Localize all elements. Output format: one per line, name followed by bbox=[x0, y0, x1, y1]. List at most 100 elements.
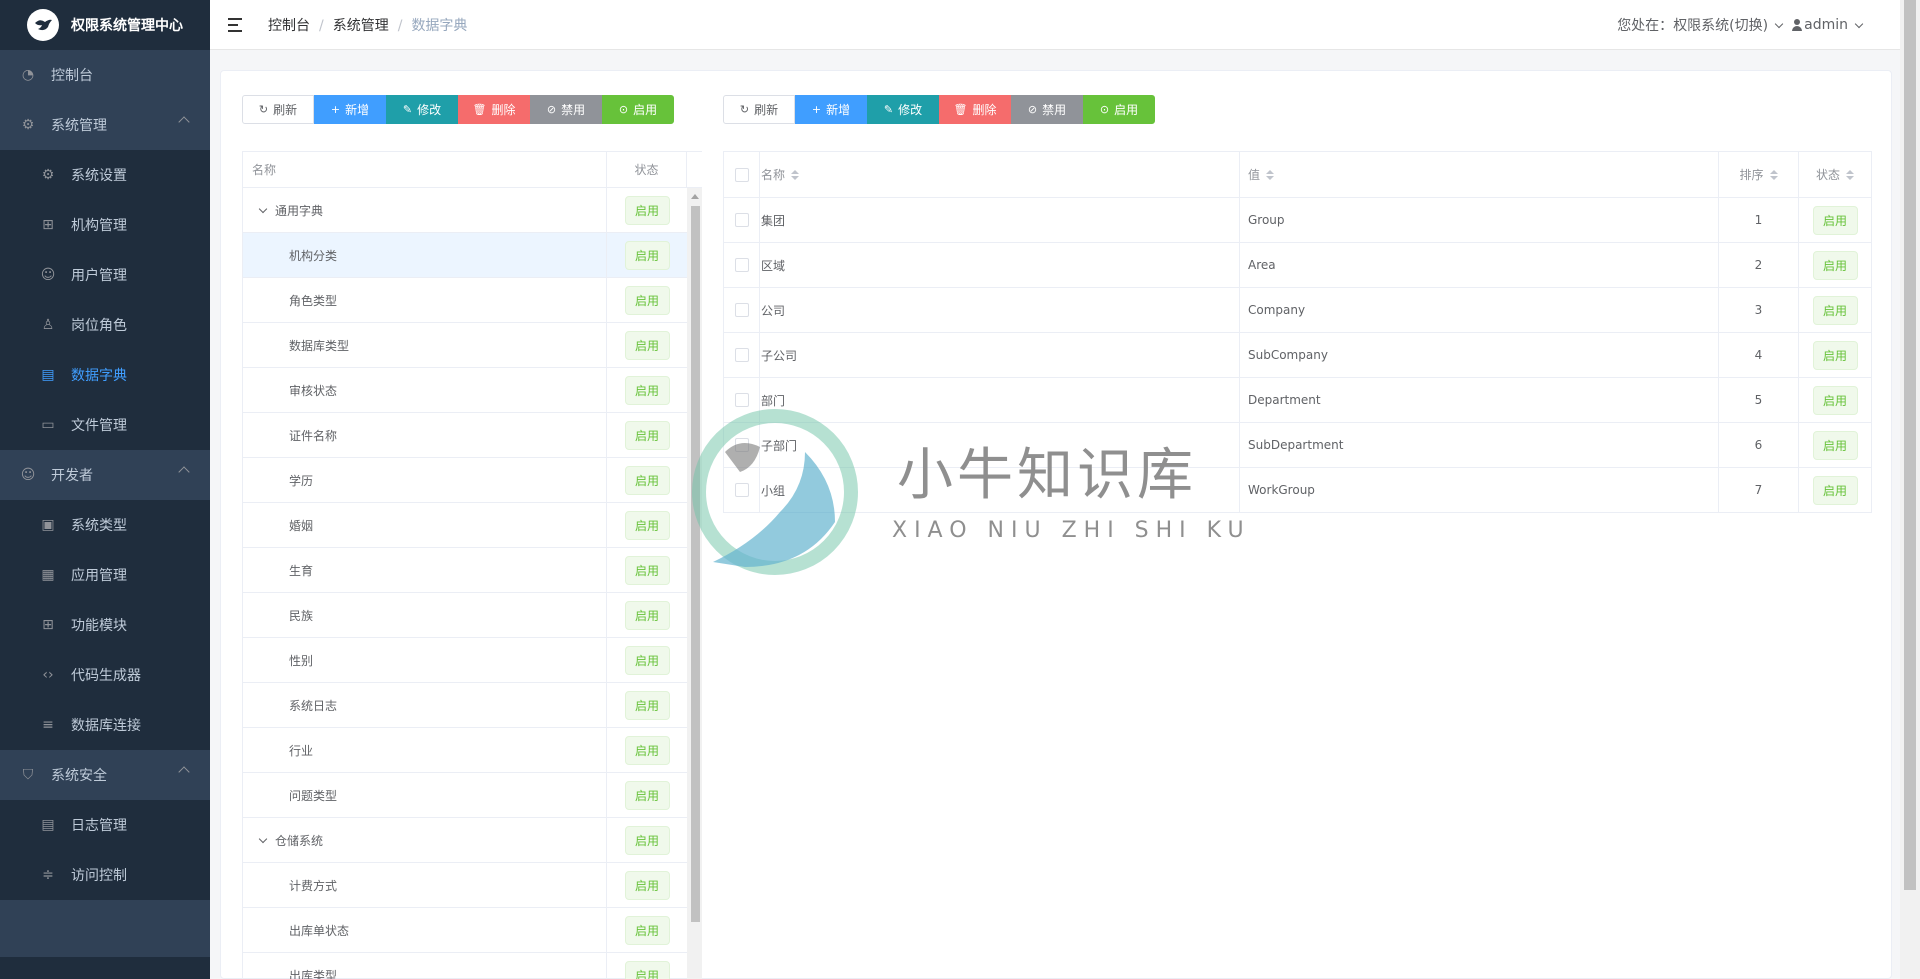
sidebar-item-label: 控制台 bbox=[51, 68, 93, 84]
tree-row[interactable]: 机构分类 启用 bbox=[243, 233, 702, 278]
row-checkbox[interactable] bbox=[734, 258, 749, 272]
tree-row[interactable]: 民族 启用 bbox=[243, 593, 702, 638]
tree-row[interactable]: 行业 启用 bbox=[243, 728, 702, 773]
sidebar-group[interactable]: ⛉ 系统安全 bbox=[0, 750, 210, 800]
plus-icon: + bbox=[811, 103, 822, 116]
expand-chevron-icon[interactable] bbox=[258, 204, 268, 213]
row-checkbox[interactable] bbox=[734, 303, 749, 317]
table-row[interactable]: 公司 Company 3 启用 bbox=[723, 288, 1872, 333]
sidebar-item[interactable]: ≑ 访问控制 bbox=[0, 850, 210, 900]
system-switch[interactable]: 权限系统(切换) bbox=[1673, 15, 1768, 35]
tree-row[interactable]: 计费方式 启用 bbox=[243, 863, 702, 908]
trash-icon: 🗑 bbox=[953, 103, 968, 116]
column-value[interactable]: 值 bbox=[1248, 166, 1260, 183]
sidebar-item[interactable]: ‹› 代码生成器 bbox=[0, 650, 210, 700]
tree-row[interactable]: 生育 启用 bbox=[243, 548, 702, 593]
sidebar-item[interactable]: ⚙ 系统设置 bbox=[0, 150, 210, 200]
tree-row[interactable]: 学历 启用 bbox=[243, 458, 702, 503]
tree-row[interactable]: 通用字典 启用 bbox=[243, 188, 702, 233]
select-all-checkbox[interactable] bbox=[734, 167, 749, 182]
tree-row[interactable]: 问题类型 启用 bbox=[243, 773, 702, 818]
tree-row[interactable]: 证件名称 启用 bbox=[243, 413, 702, 458]
sidebar-item[interactable]: ☺ 用户管理 bbox=[0, 250, 210, 300]
status-badge: 启用 bbox=[624, 600, 670, 630]
sidebar-item[interactable]: ▭ 文件管理 bbox=[0, 400, 210, 450]
tree-row[interactable]: 出库类型 启用 bbox=[243, 953, 702, 979]
window-icon: ▣ bbox=[41, 517, 55, 533]
sidebar-item[interactable]: ⊞ 机构管理 bbox=[0, 200, 210, 250]
enable-button[interactable]: ⊙ 启用 bbox=[602, 95, 674, 124]
sidebar-item-dashboard[interactable]: ◔ 控制台 bbox=[0, 50, 210, 100]
expand-chevron-icon[interactable] bbox=[258, 834, 268, 843]
enable-button[interactable]: ⊙ 启用 bbox=[1083, 95, 1155, 124]
chevron-down-icon[interactable] bbox=[1774, 19, 1784, 28]
chevron-down-icon[interactable] bbox=[1854, 19, 1864, 28]
button-label: 启用 bbox=[1114, 103, 1139, 117]
sidebar-item[interactable]: ⊞ 功能模块 bbox=[0, 600, 210, 650]
sidebar-item[interactable]: ♙ 岗位角色 bbox=[0, 300, 210, 350]
delete-button[interactable]: 🗑 删除 bbox=[458, 95, 530, 124]
status-badge: 启用 bbox=[1812, 295, 1858, 325]
disable-button[interactable]: ⊘ 禁用 bbox=[530, 95, 602, 124]
row-checkbox[interactable] bbox=[734, 348, 749, 362]
disable-button[interactable]: ⊘ 禁用 bbox=[1011, 95, 1083, 124]
row-checkbox[interactable] bbox=[734, 213, 749, 227]
sidebar-item[interactable]: ▤ 数据字典 bbox=[0, 350, 210, 400]
chevron-up-icon bbox=[178, 466, 190, 478]
table-row[interactable]: 区域 Area 2 启用 bbox=[723, 243, 1872, 288]
sort-icon[interactable] bbox=[1846, 169, 1854, 180]
edit-icon: ✎ bbox=[402, 103, 413, 116]
sort-icon[interactable] bbox=[1266, 169, 1275, 180]
sidebar-item-label: 用户管理 bbox=[71, 268, 127, 284]
tree-row[interactable]: 数据库类型 启用 bbox=[243, 323, 702, 368]
file-icon: ▭ bbox=[41, 417, 55, 433]
row-order: 1 bbox=[1754, 213, 1763, 227]
access-icon: ≑ bbox=[42, 867, 54, 883]
sidebar-item[interactable]: ▦ 应用管理 bbox=[0, 550, 210, 600]
edit-icon: ✎ bbox=[883, 103, 894, 116]
user-menu[interactable]: admin bbox=[1804, 17, 1848, 33]
menu-toggle-icon[interactable] bbox=[228, 17, 246, 33]
sidebar-group-label: 开发者 bbox=[51, 468, 93, 484]
org-tree-icon: ⊞ bbox=[42, 217, 54, 233]
edit-button[interactable]: ✎ 修改 bbox=[386, 95, 458, 124]
table-row[interactable]: 子公司 SubCompany 4 启用 bbox=[723, 333, 1872, 378]
tree-row[interactable]: 审核状态 启用 bbox=[243, 368, 702, 413]
sidebar-item[interactable]: ▤ 日志管理 bbox=[0, 800, 210, 850]
breadcrumb-item-current: 数据字典 bbox=[411, 17, 468, 34]
add-button[interactable]: + 新增 bbox=[314, 95, 386, 124]
add-button[interactable]: + 新增 bbox=[795, 95, 867, 124]
tree-node-name: 系统日志 bbox=[289, 698, 338, 713]
tree-row[interactable]: 性别 启用 bbox=[243, 638, 702, 683]
refresh-button[interactable]: ↻ 刷新 bbox=[242, 95, 314, 124]
refresh-button[interactable]: ↻ 刷新 bbox=[723, 95, 795, 124]
tree-node-name: 数据库类型 bbox=[289, 338, 350, 353]
delete-button[interactable]: 🗑 删除 bbox=[939, 95, 1011, 124]
sort-icon[interactable] bbox=[791, 169, 800, 180]
column-name[interactable]: 名称 bbox=[761, 166, 785, 183]
disable-icon: ⊘ bbox=[546, 103, 557, 116]
tree-row[interactable]: 婚姻 启用 bbox=[243, 503, 702, 548]
table-row[interactable]: 集团 Group 1 启用 bbox=[723, 198, 1872, 243]
sort-icon[interactable] bbox=[1769, 169, 1778, 180]
sidebar-item-label: 数据库连接 bbox=[71, 718, 141, 734]
column-status[interactable]: 状态 bbox=[1816, 166, 1840, 183]
sidebar-group[interactable]: ☺ 开发者 bbox=[0, 450, 210, 500]
tree-row[interactable]: 出库单状态 启用 bbox=[243, 908, 702, 953]
tree-row[interactable]: 角色类型 启用 bbox=[243, 278, 702, 323]
sidebar-group[interactable]: ⚙ 系统管理 bbox=[0, 100, 210, 150]
tree-row[interactable]: 系统日志 启用 bbox=[243, 683, 702, 728]
breadcrumb-item-dashboard[interactable]: 控制台 bbox=[268, 18, 310, 34]
edit-button[interactable]: ✎ 修改 bbox=[867, 95, 939, 124]
tree-row[interactable]: 仓储系统 启用 bbox=[243, 818, 702, 863]
button-label: 刷新 bbox=[754, 103, 779, 117]
sidebar-item[interactable]: ≡ 数据库连接 bbox=[0, 700, 210, 750]
button-label: 启用 bbox=[633, 103, 658, 117]
status-badge: 启用 bbox=[624, 915, 670, 945]
gear-icon: ⚙ bbox=[21, 117, 35, 133]
breadcrumb-item-system[interactable]: 系统管理 bbox=[333, 18, 389, 34]
sidebar-item[interactable]: ▣ 系统类型 bbox=[0, 500, 210, 550]
page-scrollbar[interactable] bbox=[1900, 0, 1920, 979]
column-order[interactable]: 排序 bbox=[1739, 166, 1763, 183]
status-badge: 启用 bbox=[624, 375, 670, 405]
